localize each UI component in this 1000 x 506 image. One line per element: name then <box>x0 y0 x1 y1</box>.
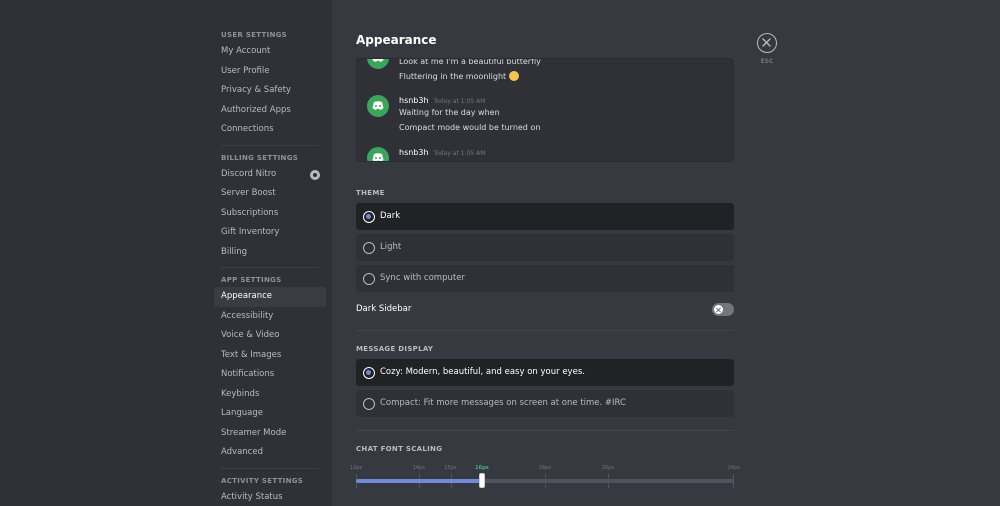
smile-emoji-icon <box>509 71 520 81</box>
message-timestamp: Today at 1:05 AM <box>433 150 486 157</box>
sidebar-item-privacy-safety[interactable]: Privacy & Safety <box>214 81 326 101</box>
sidebar-item-text-images[interactable]: Text & Images <box>214 346 326 366</box>
sidebar-item-language[interactable]: Language <box>214 404 326 424</box>
sidebar-item-voice-video[interactable]: Voice & Video <box>214 326 326 346</box>
radio-checked-icon <box>363 366 375 379</box>
nitro-icon <box>310 169 320 180</box>
sidebar-header-app-settings: APP SETTINGS <box>221 276 282 284</box>
discord-logo-icon <box>372 59 384 62</box>
radio-unchecked-icon <box>363 272 375 285</box>
slider-track-fill <box>356 479 482 483</box>
sidebar-separator <box>221 144 319 146</box>
message-display-option-cozy[interactable]: Cozy: Modern, beautiful, and easy on you… <box>356 359 734 386</box>
avatar <box>367 147 389 161</box>
toggle-off-icon <box>714 305 723 314</box>
close-icon <box>762 38 771 47</box>
message-header: hsnb3h Today at 1:05 AM <box>399 148 485 157</box>
sidebar-item-advanced[interactable]: Advanced <box>214 443 326 463</box>
radio-label: Compact: Fit more messages on screen at … <box>380 398 626 408</box>
sidebar-item-gift-inventory[interactable]: Gift Inventory <box>214 223 326 243</box>
sidebar-item-server-boost[interactable]: Server Boost <box>214 184 326 204</box>
slider-tick-label: 15px <box>444 465 457 471</box>
sidebar-item-activity-status[interactable]: Activity Status <box>214 488 326 506</box>
slider-tick-label: 12px <box>349 465 363 471</box>
sidebar-item-connections[interactable]: Connections <box>214 120 326 140</box>
slider-tick-label: 14px <box>412 465 426 471</box>
message-text: Compact mode would be turned on <box>399 123 541 132</box>
sidebar-item-discord-nitro[interactable]: Discord Nitro <box>214 165 326 185</box>
slider-track[interactable] <box>356 479 734 483</box>
font-scaling-section-label: CHAT FONT SCALING <box>356 445 443 453</box>
slider-thumb[interactable] <box>479 473 485 488</box>
sidebar-item-my-account[interactable]: My Account <box>214 42 326 62</box>
slider-tick-label: 24px <box>727 465 741 471</box>
radio-unchecked-icon <box>363 397 375 410</box>
theme-section-label: THEME <box>356 189 385 197</box>
radio-unchecked-icon <box>363 241 375 254</box>
sidebar-header-activity-settings: ACTIVITY SETTINGS <box>221 476 304 485</box>
sidebar-separator <box>221 267 319 268</box>
section-divider <box>356 430 734 431</box>
discord-logo-icon <box>372 101 384 110</box>
sidebar-item-authorized-apps[interactable]: Authorized Apps <box>214 101 326 121</box>
dark-sidebar-toggle[interactable] <box>712 303 734 316</box>
theme-option-sync[interactable]: Sync with computer <box>356 265 734 292</box>
radio-checked-icon <box>363 210 375 223</box>
slider-tick-label: 16px <box>475 465 489 471</box>
esc-label: ESC <box>760 58 774 65</box>
message-text: Waiting for the day when <box>399 108 500 117</box>
sidebar-item-appearance[interactable]: Appearance <box>214 287 326 307</box>
settings-sidebar: USER SETTINGS My Account User Profile Pr… <box>214 28 326 506</box>
message-text: Fluttering in the moonlight <box>399 71 520 81</box>
message-header: hsnb3h Today at 1:05 AM <box>399 96 485 105</box>
sidebar-header-user-settings: USER SETTINGS <box>221 31 288 39</box>
message-text: Look at me I'm a beautiful butterfly <box>399 58 541 66</box>
sidebar-item-subscriptions[interactable]: Subscriptions <box>214 204 326 224</box>
dark-sidebar-label: Dark Sidebar <box>356 304 412 314</box>
font-scaling-slider[interactable]: 12px 14px 15px 16px 18px 20px 24px <box>350 462 740 502</box>
avatar <box>367 95 389 117</box>
close-button[interactable] <box>757 33 777 53</box>
message-timestamp: Today at 1:05 AM <box>433 98 486 105</box>
slider-tick-label: 20px <box>601 465 615 471</box>
sidebar-item-user-profile[interactable]: User Profile <box>214 62 326 82</box>
sidebar-item-notifications[interactable]: Notifications <box>214 365 326 385</box>
sidebar-item-label: Discord Nitro <box>221 168 277 179</box>
sidebar-item-keybinds[interactable]: Keybinds <box>214 385 326 405</box>
radio-label: Light <box>380 242 402 252</box>
sidebar-header-billing-settings: BILLING SETTINGS <box>221 153 299 162</box>
sidebar-item-billing[interactable]: Billing <box>214 243 326 263</box>
message-display-option-compact[interactable]: Compact: Fit more messages on screen at … <box>356 390 734 417</box>
slider-tick-label: 18px <box>538 465 552 471</box>
theme-option-dark[interactable]: Dark <box>356 203 734 230</box>
radio-label: Cozy: Modern, beautiful, and easy on you… <box>380 367 585 377</box>
radio-label: Dark <box>380 211 401 221</box>
discord-logo-icon <box>372 153 384 161</box>
avatar <box>367 59 389 69</box>
page-title: Appearance <box>356 33 437 47</box>
message-preview: Look at me I'm a beautiful butterfly Flu… <box>356 58 734 162</box>
sidebar-item-streamer-mode[interactable]: Streamer Mode <box>214 424 326 444</box>
radio-label: Sync with computer <box>380 273 465 283</box>
sidebar-item-accessibility[interactable]: Accessibility <box>214 307 326 327</box>
sidebar-separator <box>221 467 319 469</box>
message-author[interactable]: hsnb3h <box>399 96 429 105</box>
theme-option-light[interactable]: Light <box>356 234 734 261</box>
section-divider <box>356 330 734 331</box>
message-display-section-label: MESSAGE DISPLAY <box>356 345 434 353</box>
message-author[interactable]: hsnb3h <box>399 148 429 157</box>
